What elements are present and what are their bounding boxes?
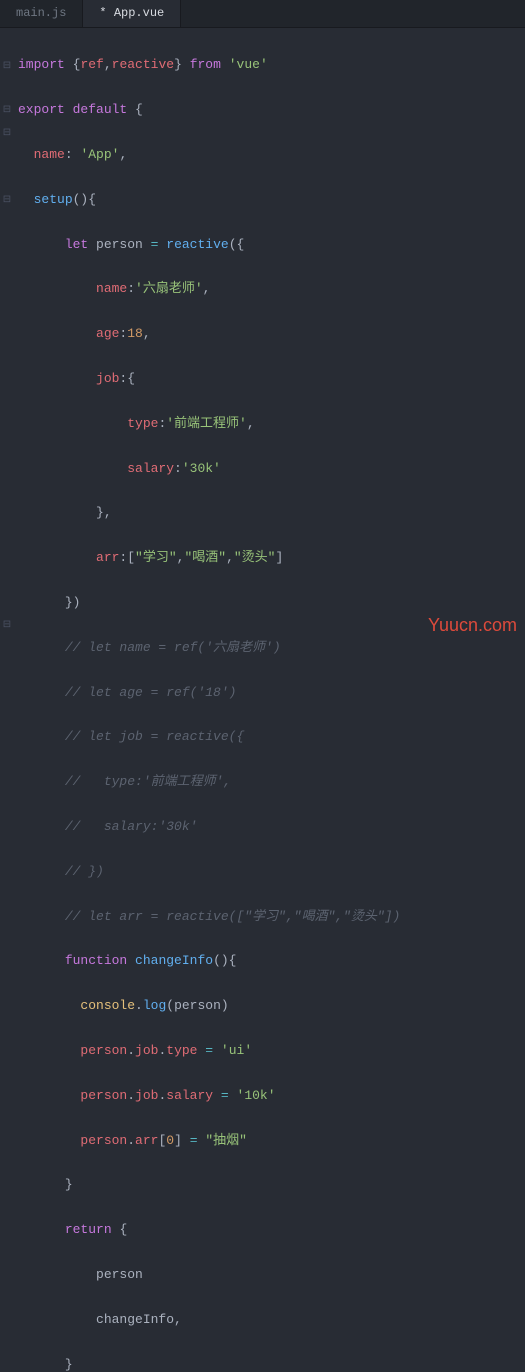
fold-icon[interactable]: ⊟ <box>0 54 14 76</box>
fold-gutter: ⊟ ⊟ ⊟ ⊟ ⊟ <box>0 28 14 686</box>
fold-icon[interactable]: ⊟ <box>0 614 14 636</box>
code-editor[interactable]: ⊟ ⊟ ⊟ ⊟ ⊟ import {ref,reactive} from 'vu… <box>0 28 525 686</box>
watermark: Yuucn.com <box>428 615 517 636</box>
tab-main-js[interactable]: main.js <box>0 0 83 27</box>
tab-bar: main.js * App.vue <box>0 0 525 28</box>
fold-icon[interactable]: ⊟ <box>0 189 14 211</box>
fold-icon[interactable]: ⊟ <box>0 99 14 121</box>
code-area[interactable]: import {ref,reactive} from 'vue' export … <box>14 28 525 686</box>
fold-icon[interactable]: ⊟ <box>0 122 14 144</box>
tab-app-vue[interactable]: * App.vue <box>83 0 181 27</box>
